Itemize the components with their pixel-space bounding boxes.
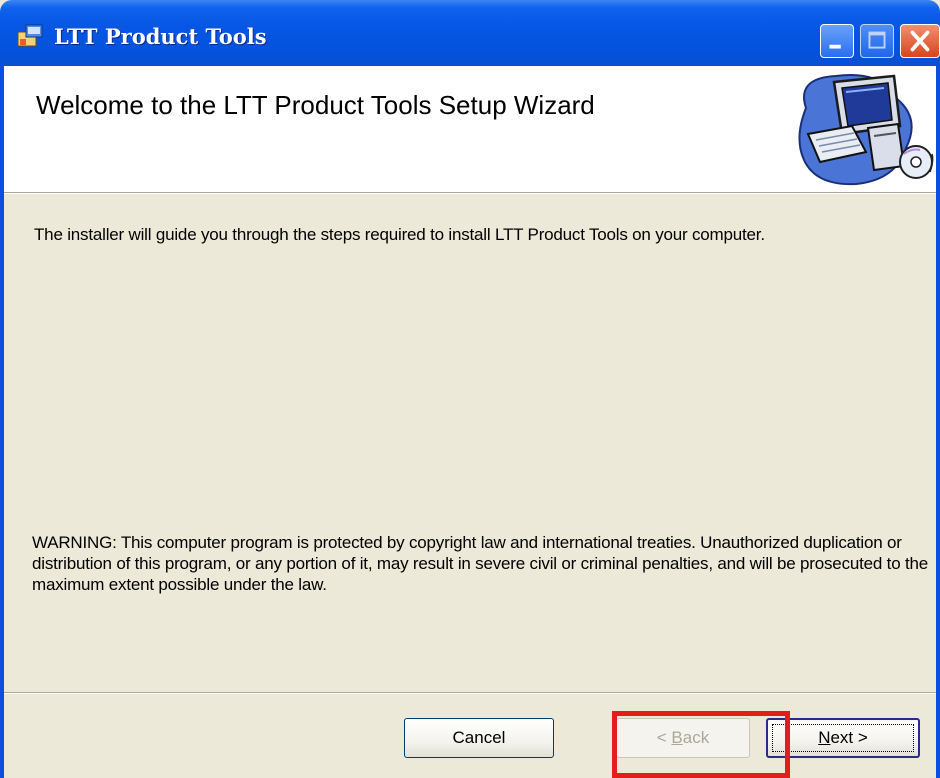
installer-package-icon — [17, 24, 43, 47]
warning-text: WARNING: This computer program is protec… — [32, 533, 929, 594]
next-button-accelerator: N — [818, 728, 831, 747]
next-button-label: ext > — [830, 728, 868, 747]
cancel-button[interactable]: Cancel — [404, 718, 554, 758]
setup-wizard-window: LTT Product Tools Welcome to the LTT Pro… — [0, 0, 940, 778]
maximize-button[interactable] — [860, 24, 894, 58]
computer-setup-graphic — [798, 74, 934, 186]
window-title: LTT Product Tools — [54, 24, 267, 49]
minimize-button[interactable] — [820, 24, 854, 58]
close-button[interactable] — [900, 24, 940, 58]
maximize-icon — [868, 31, 886, 49]
footer-divider-highlight — [4, 693, 936, 694]
wizard-header: Welcome to the LTT Product Tools Setup W… — [4, 66, 936, 193]
window-border-right — [936, 66, 940, 778]
minimize-icon — [829, 44, 841, 49]
next-button-focus-ring: Next > — [772, 724, 914, 752]
highlight-box — [612, 711, 790, 778]
header-title: Welcome to the LTT Product Tools Setup W… — [36, 90, 595, 120]
header-divider — [4, 193, 936, 194]
intro-text: The installer will guide you through the… — [34, 225, 765, 244]
title-bar[interactable]: LTT Product Tools — [0, 0, 940, 66]
close-icon — [910, 30, 930, 52]
